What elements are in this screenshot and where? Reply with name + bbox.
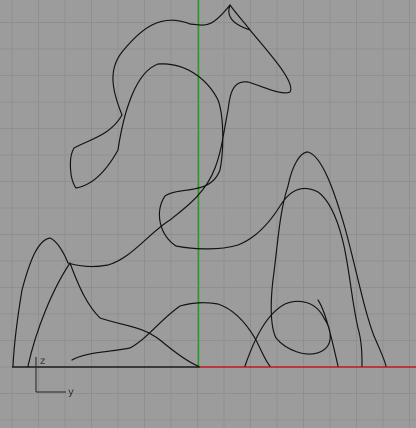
upper-loop-curve	[69, 4, 363, 367]
top-swirl-curve	[12, 4, 292, 367]
front-viewport-canvas[interactable]: z y	[0, 0, 416, 428]
axis-triad: z y	[35, 356, 74, 398]
triad-horizontal-label: y	[68, 387, 74, 398]
right-lobe-curve	[317, 299, 339, 367]
grid-lines	[0, 0, 416, 428]
viewport[interactable]: z y	[0, 0, 416, 428]
triad-vertical-label: z	[40, 356, 45, 367]
right-peak-curve	[244, 151, 387, 367]
